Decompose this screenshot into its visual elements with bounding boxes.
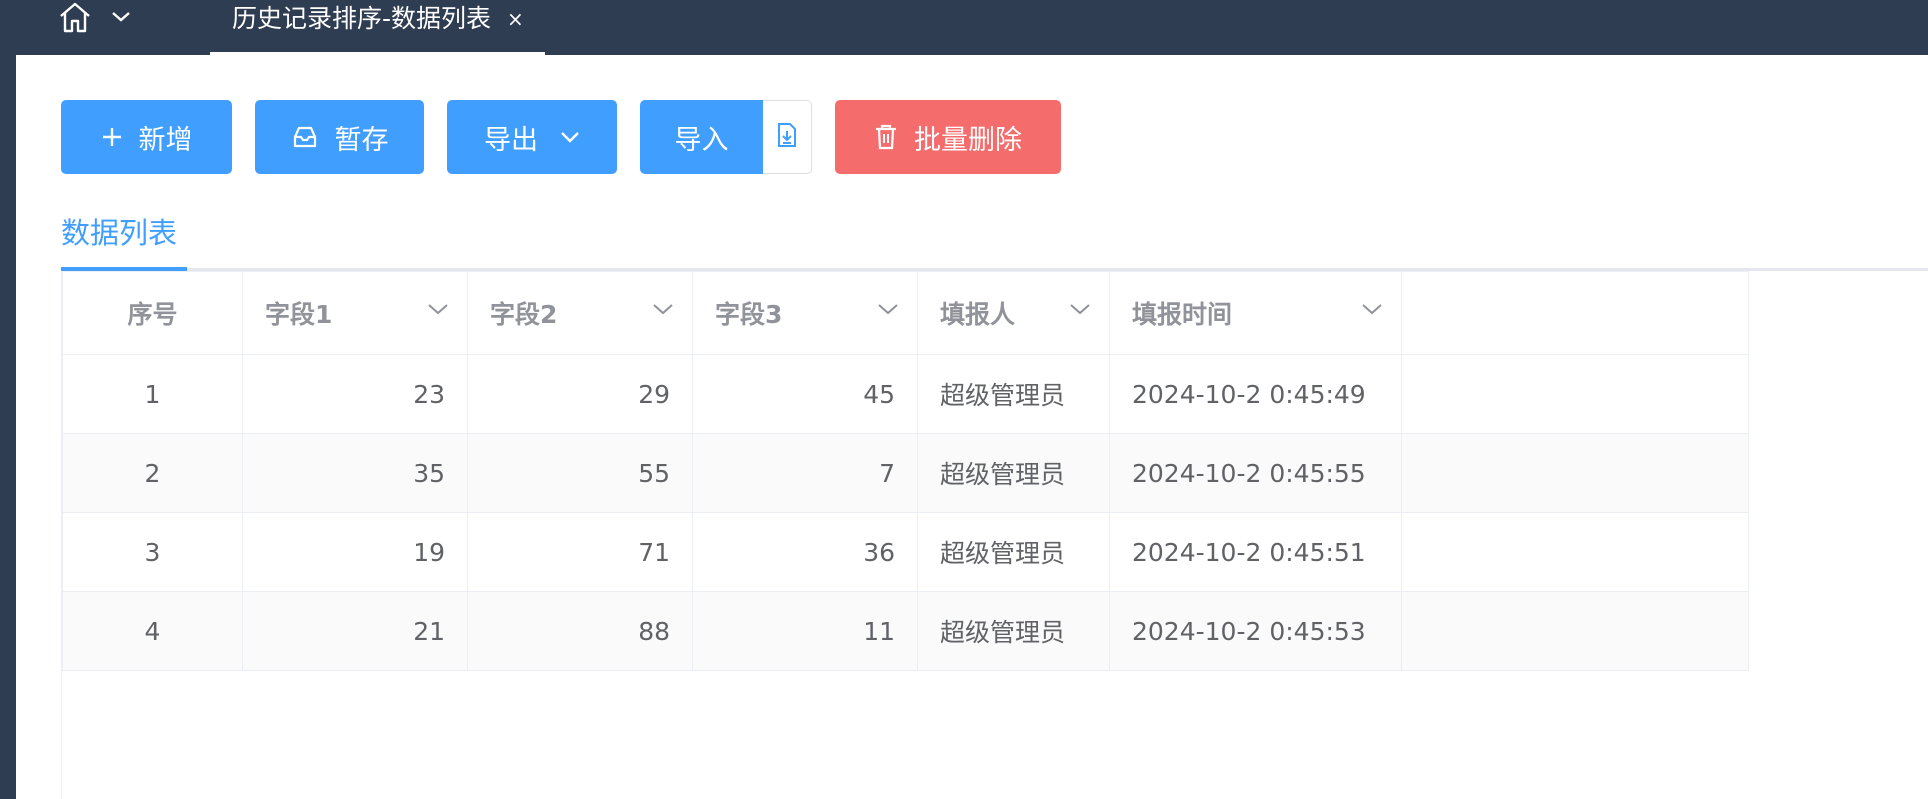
import-label: 导入 [674, 124, 729, 156]
cell-field1: 35 [242, 433, 468, 513]
cell-field1: 21 [242, 591, 468, 671]
cell-index: 3 [62, 512, 243, 592]
import-button[interactable]: 导入 [640, 100, 763, 174]
column-header-field1[interactable]: 字段1 [242, 271, 468, 355]
export-label: 导出 [484, 124, 538, 156]
data-table-container: 序号 字段1 字段2 字段3 填报人 填报时间 1 23 29 45 超级管理员… [61, 271, 1928, 799]
column-header-label: 填报人 [940, 300, 1016, 329]
save-label: 暂存 [334, 124, 389, 156]
save-draft-button[interactable]: 暂存 [255, 100, 424, 174]
cell-index: 4 [62, 591, 243, 671]
add-label: 新增 [138, 124, 193, 156]
add-button[interactable]: 新增 [61, 100, 232, 174]
cell-reporter: 超级管理员 [917, 433, 1110, 513]
cell-field1: 23 [242, 354, 468, 434]
table-row[interactable]: 1 23 29 45 超级管理员 2024-10-2 0:45:49 [62, 354, 1749, 434]
cell-field3: 36 [692, 512, 918, 592]
chevron-down-icon [110, 10, 132, 24]
cell-index: 1 [62, 354, 243, 434]
cell-blank [1401, 591, 1749, 671]
cell-field3: 7 [692, 433, 918, 513]
column-header-label: 填报时间 [1132, 300, 1233, 329]
chevron-down-icon[interactable] [427, 302, 449, 316]
import-template-button[interactable] [763, 100, 812, 174]
chevron-down-icon [560, 130, 580, 144]
cell-field3: 11 [692, 591, 918, 671]
cell-report-time: 2024-10-2 0:45:53 [1109, 591, 1402, 671]
column-header-blank [1401, 271, 1749, 355]
cell-blank [1401, 433, 1749, 513]
chevron-down-icon[interactable] [877, 302, 899, 316]
cell-index: 2 [62, 433, 243, 513]
tab-data-list[interactable]: 数据列表 [61, 205, 187, 271]
tab-history-sort-data-list[interactable]: 历史记录排序-数据列表 × [210, 0, 545, 55]
cell-report-time: 2024-10-2 0:45:49 [1109, 354, 1402, 434]
top-bar: 历史记录排序-数据列表 × [0, 0, 1928, 55]
cell-field2: 55 [467, 433, 693, 513]
tab-close-icon[interactable]: × [507, 9, 524, 29]
cell-blank [1401, 512, 1749, 592]
home-icon [58, 1, 92, 33]
table-row[interactable]: 4 21 88 11 超级管理员 2024-10-2 0:45:53 [62, 591, 1749, 671]
cell-field2: 88 [467, 591, 693, 671]
column-header-label: 字段1 [265, 300, 333, 329]
table-row[interactable]: 2 35 55 7 超级管理员 2024-10-2 0:45:55 [62, 433, 1749, 513]
column-header-label: 字段3 [715, 300, 783, 329]
chevron-down-icon[interactable] [1069, 302, 1091, 316]
section-tabs: 数据列表 [61, 205, 1928, 271]
table-header-row: 序号 字段1 字段2 字段3 填报人 填报时间 [62, 271, 1749, 355]
delete-label: 批量删除 [914, 124, 1022, 156]
tab-label: 历史记录排序-数据列表 [232, 4, 492, 33]
cell-field2: 29 [467, 354, 693, 434]
content-area: 新增 暂存 导出 导入 批量删除 数据列表 序号 字段1 字段2 字段3 填报人… [16, 55, 1928, 799]
cell-field3: 45 [692, 354, 918, 434]
data-table: 序号 字段1 字段2 字段3 填报人 填报时间 1 23 29 45 超级管理员… [62, 271, 1749, 671]
table-row[interactable]: 3 19 71 36 超级管理员 2024-10-2 0:45:51 [62, 512, 1749, 592]
trash-icon [874, 124, 898, 150]
cell-blank [1401, 354, 1749, 434]
column-header-label: 字段2 [490, 300, 558, 329]
import-group: 导入 [640, 100, 812, 174]
cell-reporter: 超级管理员 [917, 354, 1110, 434]
home-button[interactable] [58, 0, 148, 34]
plus-icon [101, 126, 123, 148]
cell-field2: 71 [467, 512, 693, 592]
cell-reporter: 超级管理员 [917, 512, 1110, 592]
column-header-report-time[interactable]: 填报时间 [1109, 271, 1402, 355]
cell-report-time: 2024-10-2 0:45:55 [1109, 433, 1402, 513]
inbox-icon [291, 125, 319, 149]
column-header-field2[interactable]: 字段2 [467, 271, 693, 355]
column-header-reporter[interactable]: 填报人 [917, 271, 1110, 355]
cell-field1: 19 [242, 512, 468, 592]
export-button[interactable]: 导出 [447, 100, 617, 174]
column-header-index[interactable]: 序号 [62, 271, 243, 355]
toolbar: 新增 暂存 导出 导入 批量删除 [61, 100, 1084, 174]
cell-reporter: 超级管理员 [917, 591, 1110, 671]
chevron-down-icon[interactable] [652, 302, 674, 316]
batch-delete-button[interactable]: 批量删除 [835, 100, 1061, 174]
chevron-down-icon[interactable] [1361, 302, 1383, 316]
file-download-icon [776, 122, 798, 152]
cell-report-time: 2024-10-2 0:45:51 [1109, 512, 1402, 592]
column-header-field3[interactable]: 字段3 [692, 271, 918, 355]
